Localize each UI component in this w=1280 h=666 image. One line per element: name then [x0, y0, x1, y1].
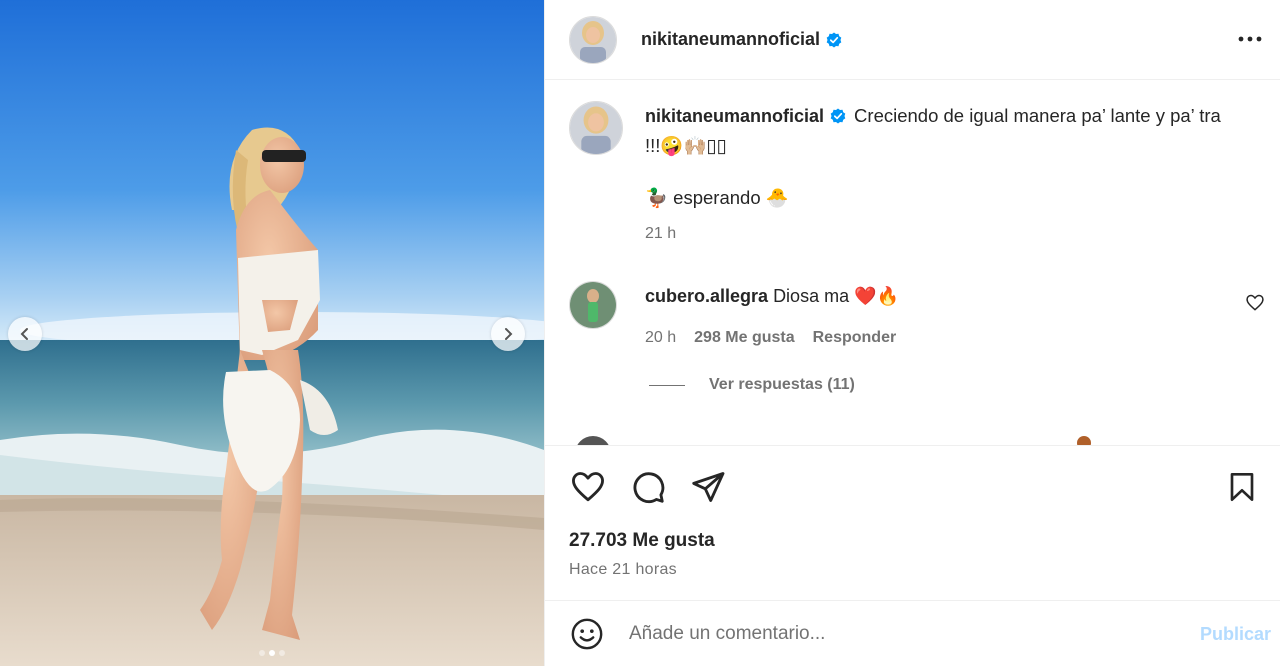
caption-body: nikitaneumannoficial Creciendo de igual …: [645, 101, 1235, 248]
like-button[interactable]: [569, 468, 607, 506]
more-horizontal-icon: [1238, 36, 1262, 42]
commenter-avatar-icon: [570, 282, 616, 328]
bookmark-icon: [1230, 473, 1254, 501]
emoji-picker-button[interactable]: [569, 616, 605, 652]
action-icons: [569, 468, 727, 506]
view-replies-button[interactable]: Ver respuestas (11): [649, 376, 855, 394]
comments-list[interactable]: nikitaneumannoficial Creciendo de igual …: [545, 81, 1280, 445]
carousel-prev-button[interactable]: [8, 317, 42, 351]
carousel-next-button[interactable]: [491, 317, 525, 351]
send-plane-icon: [692, 472, 725, 502]
view-replies-label: Ver respuestas (11): [709, 376, 855, 393]
post-side-panel: nikitaneumannoficial nikitaneumannoficia…: [544, 0, 1280, 666]
commenter-avatar[interactable]: [569, 281, 617, 329]
caption-username[interactable]: nikitaneumannoficial: [645, 106, 824, 126]
comment-input[interactable]: [629, 623, 1169, 645]
caption-line2: 🦆 esperando 🐣: [645, 187, 789, 208]
heart-icon: [572, 472, 604, 502]
comment-body: cubero.allegra Diosa ma ❤️🔥 20 h 298 Me …: [645, 281, 899, 353]
author-username[interactable]: nikitaneumannoficial: [641, 29, 820, 50]
save-button[interactable]: [1223, 468, 1261, 506]
next-comment-emoji: [1077, 436, 1091, 445]
profile-avatar-icon: [570, 102, 622, 154]
publish-button[interactable]: Publicar: [1200, 624, 1271, 645]
next-comment-avatar: [573, 434, 613, 445]
more-options-button[interactable]: [1235, 24, 1265, 54]
verified-badge-icon: [826, 32, 842, 47]
smiley-icon: [571, 618, 603, 650]
carousel-dot: [279, 650, 285, 656]
comment-text: Diosa ma ❤️🔥: [773, 286, 899, 306]
post-media[interactable]: [0, 0, 544, 666]
comment-time[interactable]: 20 h: [645, 323, 676, 353]
share-button[interactable]: [689, 468, 727, 506]
post-caption: nikitaneumannoficial Creciendo de igual …: [569, 101, 1235, 248]
post-header: nikitaneumannoficial: [545, 0, 1280, 80]
comment-likes[interactable]: 298 Me gusta: [694, 323, 794, 353]
post-time[interactable]: Hace 21 horas: [569, 561, 677, 579]
comment-bubble-icon: [633, 472, 665, 504]
post-actions: 27.703 Me gusta Hace 21 horas: [545, 445, 1280, 601]
likes-count[interactable]: 27.703 Me gusta: [569, 530, 715, 552]
comment-button[interactable]: [629, 468, 667, 506]
carousel-dot: [259, 650, 265, 656]
post-dialog: nikitaneumannoficial nikitaneumannoficia…: [0, 0, 1280, 666]
comment-like-heart-icon[interactable]: [1245, 293, 1265, 313]
add-comment-bar: Publicar: [545, 602, 1280, 666]
caption-timestamp[interactable]: 21 h: [645, 219, 1235, 248]
chevron-left-icon: [20, 328, 28, 340]
carousel-dots: [0, 650, 544, 656]
comment-item: cubero.allegra Diosa ma ❤️🔥 20 h 298 Me …: [569, 281, 1265, 353]
verified-badge-icon: [830, 108, 846, 124]
caption-author-avatar[interactable]: [569, 101, 623, 155]
reply-button[interactable]: Responder: [813, 323, 897, 353]
author-avatar[interactable]: [569, 15, 617, 64]
replies-divider: [649, 384, 685, 386]
comment-meta: 20 h 298 Me gusta Responder: [645, 323, 899, 353]
beach-photo: [0, 0, 544, 666]
carousel-dot-active: [269, 650, 275, 656]
commenter-username[interactable]: cubero.allegra: [645, 286, 768, 306]
chevron-right-icon: [505, 328, 513, 340]
profile-avatar-icon: [570, 16, 616, 63]
